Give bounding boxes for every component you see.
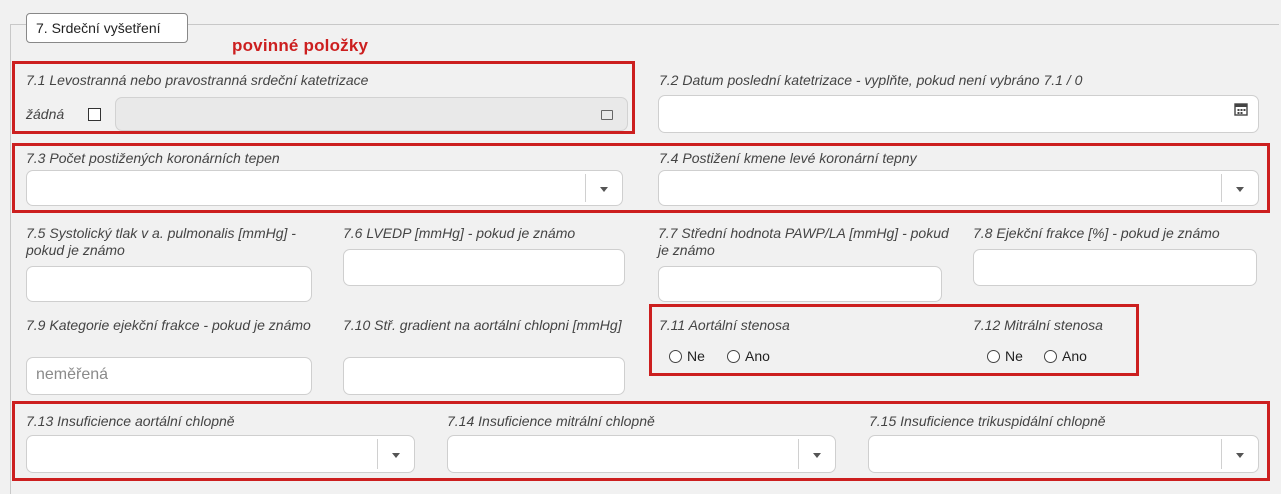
cath-select-7-1[interactable] [115, 97, 628, 131]
select-7-15[interactable] [868, 435, 1259, 473]
chevron-down-icon [600, 187, 608, 192]
ef-category-value: neměřená [36, 366, 109, 383]
input-7-5[interactable] [26, 266, 312, 302]
radio-7-12-ne[interactable] [987, 350, 1000, 363]
chevron-down-icon [813, 453, 821, 458]
radio-label-7-12-ano: Ano [1062, 348, 1087, 364]
cath-date-input-7-2[interactable] [658, 95, 1259, 133]
label-7-15: 7.15 Insuficience trikuspidální chlopně [869, 413, 1106, 429]
label-7-11: 7.11 Aortální stenosa [659, 317, 790, 333]
dropdown-separator [585, 174, 586, 202]
required-box-7-11-7-12 [649, 304, 1139, 376]
chevron-down-icon [1236, 187, 1244, 192]
radio-7-11-ano[interactable] [727, 350, 740, 363]
label-7-1: 7.1 Levostranná nebo pravostranná srdečn… [26, 72, 369, 88]
select-7-4[interactable] [658, 170, 1259, 206]
select-7-14[interactable] [447, 435, 836, 473]
dropdown-separator [798, 439, 799, 469]
label-7-12: 7.12 Mitrální stenosa [973, 317, 1103, 333]
dropdown-separator [377, 439, 378, 469]
label-7-2: 7.2 Datum poslední katetrizace - vyplňte… [659, 72, 1083, 88]
required-fields-note: povinné položky [232, 36, 369, 55]
label-7-7: 7.7 Střední hodnota PAWP/LA [mmHg] - pok… [658, 225, 949, 258]
label-7-3: 7.3 Počet postižených koronárních tepen [26, 150, 280, 166]
input-7-7[interactable] [658, 266, 942, 302]
radio-label-7-11-ne: Ne [687, 348, 705, 364]
input-7-10[interactable] [343, 357, 625, 395]
label-7-6: 7.6 LVEDP [mmHg] - pokud je známo [343, 225, 576, 241]
input-7-8[interactable] [973, 249, 1257, 286]
radio-label-7-11-ano: Ano [745, 348, 770, 364]
calendar-icon[interactable] [1234, 102, 1248, 116]
keyboard-icon [601, 110, 613, 120]
radio-label-7-12-ne: Ne [1005, 348, 1023, 364]
select-7-13[interactable] [26, 435, 415, 473]
label-7-5: 7.5 Systolický tlak v a. pulmonalis [mmH… [26, 225, 296, 258]
label-7-14: 7.14 Insuficience mitrální chlopně [447, 413, 655, 429]
select-7-3[interactable] [26, 170, 623, 206]
input-7-6[interactable] [343, 249, 625, 286]
radio-7-12-ano[interactable] [1044, 350, 1057, 363]
radio-7-11-ne[interactable] [669, 350, 682, 363]
input-7-9[interactable]: neměřená [26, 357, 312, 395]
chevron-down-icon [1236, 453, 1244, 458]
label-7-4: 7.4 Postižení kmene levé koronární tepny [659, 150, 917, 166]
none-label-7-1: žádná [26, 106, 65, 122]
none-checkbox-7-1[interactable] [88, 108, 101, 121]
section-legend: 7. Srdeční vyšetření [26, 13, 188, 43]
chevron-down-icon [392, 453, 400, 458]
dropdown-separator [1221, 439, 1222, 469]
label-7-13: 7.13 Insuficience aortální chlopně [26, 413, 235, 429]
dropdown-separator [1221, 174, 1222, 202]
label-7-9: 7.9 Kategorie ejekční frakce - pokud je … [26, 317, 311, 333]
label-7-10: 7.10 Stř. gradient na aortální chlopni [… [343, 317, 622, 333]
label-7-8: 7.8 Ejekční frakce [%] - pokud je známo [973, 225, 1220, 241]
